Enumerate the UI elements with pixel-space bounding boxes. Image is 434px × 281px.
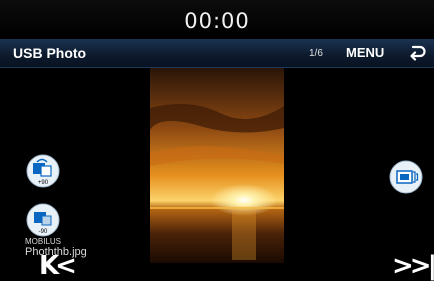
- rotate-ccw-icon: -90: [26, 203, 60, 237]
- rotate-cw-button[interactable]: +90: [26, 154, 60, 188]
- title-bar: USB Photo 1/6 MENU: [0, 39, 434, 68]
- page-title: USB Photo: [13, 45, 87, 61]
- page-counter: 1/6: [309, 48, 323, 59]
- photo-viewer: +90 -90 K< >>|: [0, 68, 434, 281]
- menu-button[interactable]: MENU: [346, 45, 384, 60]
- slideshow-button[interactable]: [389, 160, 423, 194]
- rotate-ccw-label: -90: [39, 229, 48, 235]
- slideshow-icon: [389, 160, 423, 194]
- file-name: Phoththb.jpg: [25, 246, 87, 258]
- file-info: MOBILUS Phoththb.jpg: [25, 237, 87, 259]
- rotate-cw-icon: +90: [26, 154, 60, 188]
- back-arrow-icon[interactable]: [408, 43, 426, 61]
- clock: 00:00: [184, 9, 250, 33]
- next-button[interactable]: >>|: [392, 251, 434, 281]
- photo[interactable]: [150, 68, 284, 263]
- rotate-ccw-button[interactable]: -90: [26, 203, 60, 237]
- folder-name: MOBILUS: [25, 237, 62, 246]
- rotate-cw-label: +90: [38, 180, 49, 186]
- status-bar: 00:00: [0, 0, 434, 38]
